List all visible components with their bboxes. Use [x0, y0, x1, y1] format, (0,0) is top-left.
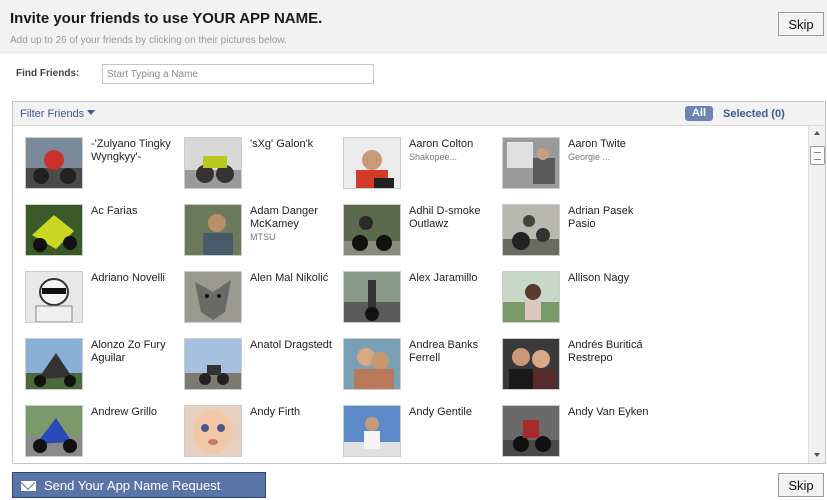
friend-name: Andrea Banks Ferrell	[409, 339, 479, 364]
friend-photo	[343, 271, 401, 323]
friend-name: Ac Farias	[91, 205, 138, 217]
friend-name: Anatol Dragstedt	[250, 339, 332, 351]
friend-photo	[502, 405, 560, 457]
dialog-header: Invite your friends to use YOUR APP NAME…	[0, 0, 827, 53]
tab-selected[interactable]: Selected (0)	[723, 108, 785, 120]
tab-all[interactable]: All	[685, 106, 713, 121]
friend-item[interactable]: Andrés Buriticá Restrepo	[502, 338, 657, 398]
friend-name: Aaron Colton Shakopee...	[409, 138, 474, 162]
friend-item[interactable]: Anatol Dragstedt	[184, 338, 339, 398]
friend-item[interactable]: Adhil D-smoke Outlawz	[343, 204, 498, 264]
friend-name: Andy Gentile	[409, 406, 472, 418]
friend-name: Aaron Twite Georgie ...	[568, 138, 626, 162]
friend-photo	[184, 137, 242, 189]
friend-photo	[502, 204, 560, 256]
scroll-up-arrow-icon[interactable]	[811, 127, 823, 139]
friend-list-scrollbar[interactable]	[808, 126, 825, 463]
friend-photo	[343, 204, 401, 256]
friend-item[interactable]: Aaron Twite Georgie ...	[502, 137, 657, 197]
friend-photo	[184, 271, 242, 323]
friend-photo	[184, 405, 242, 457]
friend-photo	[25, 405, 83, 457]
friend-photo	[343, 405, 401, 457]
friend-name: Andy Van Eyken	[568, 406, 649, 418]
friend-item[interactable]: Ac Farias	[25, 204, 180, 264]
friend-item[interactable]: Alonzo Zo Fury Aguilar	[25, 338, 180, 398]
friend-item[interactable]: Adrian Pasek Pasio	[502, 204, 657, 264]
skip-button-bottom[interactable]: Skip	[778, 473, 824, 497]
friend-photo	[25, 271, 83, 323]
friend-item[interactable]: Andy Van Eyken	[502, 405, 657, 463]
friend-photo	[502, 137, 560, 189]
friend-name: Adriano Novelli	[91, 272, 165, 284]
friend-item[interactable]: Andy Gentile	[343, 405, 498, 463]
filter-friends-dropdown[interactable]: Filter Friends	[20, 108, 96, 120]
friend-item[interactable]: Adriano Novelli	[25, 271, 180, 331]
friend-name: Alen Mal Nikolić	[250, 272, 329, 284]
find-friends-label: Find Friends:	[16, 68, 80, 79]
friend-item[interactable]: Andrea Banks Ferrell	[343, 338, 498, 398]
friend-photo	[25, 137, 83, 189]
friend-item[interactable]: Alex Jaramillo	[343, 271, 498, 331]
friend-photo	[184, 204, 242, 256]
friend-name: Andrés Buriticá Restrepo	[568, 339, 643, 364]
skip-button-top[interactable]: Skip	[778, 12, 824, 36]
send-request-label: Send Your App Name Request	[44, 477, 221, 493]
scrollbar-thumb[interactable]	[810, 146, 825, 165]
friend-grid: -'Zulyano Tingky Wyngkyy'- 'sXg' Galon'k…	[13, 126, 808, 463]
filter-bar: Filter Friends All Selected (0)	[13, 102, 825, 126]
chevron-down-icon	[87, 110, 96, 115]
envelope-icon	[21, 480, 36, 491]
find-friends-input[interactable]	[102, 64, 374, 84]
friend-item[interactable]: -'Zulyano Tingky Wyngkyy'-	[25, 137, 180, 197]
filter-friends-label: Filter Friends	[20, 108, 85, 120]
friend-photo	[502, 338, 560, 390]
friend-item[interactable]: Andrew Grillo	[25, 405, 180, 463]
dialog-subtitle: Add up to 26 of your friends by clicking…	[10, 35, 287, 46]
friend-photo	[184, 338, 242, 390]
friend-name: Andy Firth	[250, 406, 301, 418]
friend-item[interactable]: Allison Nagy	[502, 271, 657, 331]
friend-item[interactable]: Alen Mal Nikolić	[184, 271, 339, 331]
friend-item[interactable]: 'sXg' Galon'k	[184, 137, 339, 197]
friend-name: Adrian Pasek Pasio	[568, 205, 634, 230]
send-request-button[interactable]: Send Your App Name Request	[12, 472, 266, 498]
friend-name: Alex Jaramillo	[409, 272, 478, 284]
friend-item[interactable]: Aaron Colton Shakopee...	[343, 137, 498, 197]
friend-name: Adhil D-smoke Outlawz	[409, 205, 481, 230]
friend-name: 'sXg' Galon'k	[250, 138, 314, 150]
friends-panel: Filter Friends All Selected (0) -'Zulyan…	[12, 101, 826, 464]
friend-photo	[343, 338, 401, 390]
friend-photo	[343, 137, 401, 189]
friend-photo	[25, 204, 83, 256]
dialog-title: Invite your friends to use YOUR APP NAME…	[10, 10, 323, 27]
friend-name: Allison Nagy	[568, 272, 630, 284]
friend-name: Andrew Grillo	[91, 406, 158, 418]
friend-item[interactable]: Adam Danger McKamey MTSU	[184, 204, 339, 264]
friend-photo	[502, 271, 560, 323]
friend-name: -'Zulyano Tingky Wyngkyy'-	[91, 138, 171, 163]
friend-item[interactable]: Andy Firth	[184, 405, 339, 463]
friend-name: Adam Danger McKamey MTSU	[250, 205, 318, 242]
friend-name: Alonzo Zo Fury Aguilar	[91, 339, 166, 364]
scroll-down-arrow-icon[interactable]	[811, 449, 823, 461]
friend-photo	[25, 338, 83, 390]
